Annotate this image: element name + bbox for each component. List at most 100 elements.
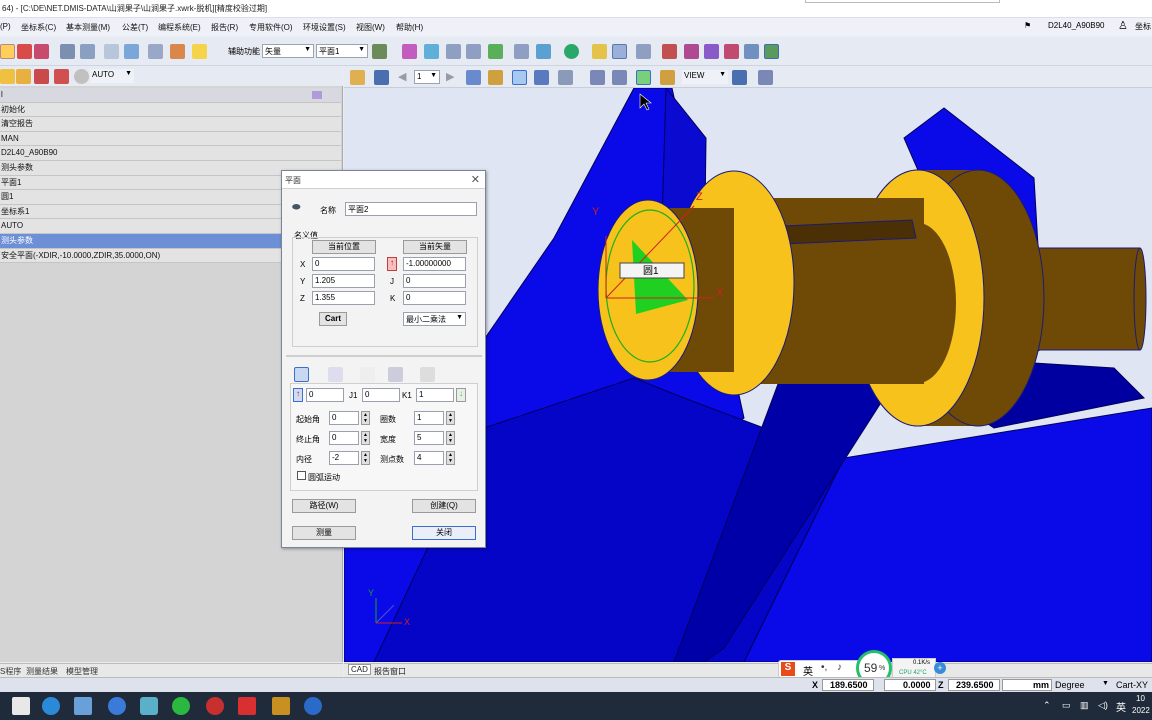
home-icon[interactable] (170, 44, 185, 59)
tab-arrow-icon[interactable] (420, 367, 435, 382)
vector-flip-icon[interactable]: ↑ (387, 257, 397, 271)
view-save-icon[interactable] (732, 70, 747, 85)
width-input[interactable]: 5 (414, 431, 444, 445)
color-icon[interactable] (660, 70, 675, 85)
points-input[interactable]: 4 (414, 451, 444, 465)
table-icon[interactable] (612, 70, 627, 85)
tray-network-icon[interactable]: ▭ (1062, 700, 1071, 711)
list-icon[interactable] (104, 44, 119, 59)
dim-icon[interactable] (590, 70, 605, 85)
current-position-button[interactable]: 当前位置 (312, 240, 376, 254)
record-icon[interactable] (74, 69, 89, 84)
edit-icon[interactable] (636, 44, 651, 59)
end-angle-spinner[interactable]: ▲ ▼ (361, 431, 370, 445)
grid-icon[interactable] (558, 70, 573, 85)
menu-item-environment[interactable]: 环境设置(S) (303, 22, 346, 33)
camera-icon[interactable] (724, 44, 739, 59)
current-vector-button[interactable]: 当前矢量 (403, 240, 467, 254)
probe-rack-icon[interactable] (34, 44, 49, 59)
clock-date[interactable]: 2022 (1132, 706, 1150, 715)
vs-icon[interactable] (140, 697, 158, 715)
name-input[interactable]: 平面2 (345, 202, 477, 216)
report-view-icon[interactable] (512, 70, 527, 85)
fix-icon[interactable] (662, 44, 677, 59)
turns-input[interactable]: 1 (414, 411, 444, 425)
cylinder-icon[interactable] (488, 44, 503, 59)
path-button[interactable]: 路径(W) (292, 499, 356, 513)
y-input[interactable]: 1.205 (312, 274, 375, 288)
tree-row[interactable]: 初始化 (0, 102, 341, 118)
path-icon[interactable] (744, 44, 759, 59)
prev-page-icon[interactable]: ◀ (398, 70, 406, 83)
tab-auto-icon[interactable] (294, 367, 309, 382)
menu-item-tolerance[interactable]: 公差(T) (122, 22, 148, 33)
tray-speaker-icon[interactable]: ◁) (1098, 700, 1108, 711)
warning-icon[interactable] (192, 44, 207, 59)
view-zoom-icon[interactable] (758, 70, 773, 85)
tab-results[interactable]: 测量结果 (26, 666, 58, 677)
probe-calib-icon[interactable] (17, 44, 32, 59)
wps-icon[interactable] (238, 697, 256, 715)
view-select[interactable]: VIEW ▼ (682, 70, 728, 84)
curve-icon[interactable] (684, 44, 699, 59)
circle-icon[interactable] (466, 44, 481, 59)
aux-function-select[interactable]: 矢量 ▼ (262, 44, 314, 58)
z-input[interactable]: 1.355 (312, 291, 375, 305)
k1-input[interactable]: 1 (416, 388, 454, 402)
k-input[interactable]: 0 (403, 291, 466, 305)
robot-icon[interactable] (764, 44, 779, 59)
tree-row[interactable]: 清空报告 (0, 117, 341, 132)
surface-icon[interactable] (704, 44, 719, 59)
print-icon[interactable] (488, 70, 503, 85)
scan-icon[interactable] (402, 44, 417, 59)
start-angle-input[interactable]: 0 (329, 411, 359, 425)
points-spinner[interactable]: ▲ ▼ (446, 451, 455, 465)
fit-method-select[interactable]: 最小二乘法 ▼ (403, 312, 466, 326)
edge-icon[interactable] (42, 697, 60, 715)
inner-diameter-input[interactable]: -2 (329, 451, 359, 465)
close-button[interactable]: 关闭 (412, 526, 476, 540)
zoom-icon[interactable] (592, 44, 607, 59)
end-angle-input[interactable]: 0 (329, 431, 359, 445)
tab-report-window[interactable]: 报告窗口 (374, 666, 406, 677)
windows-start-icon[interactable] (12, 697, 30, 715)
line-icon[interactable] (446, 44, 461, 59)
turns-spinner[interactable]: ▲ ▼ (446, 411, 455, 425)
plane-tool-icon[interactable] (372, 44, 387, 59)
menu-item-p[interactable]: (P) (0, 22, 11, 31)
media-icon[interactable] (206, 697, 224, 715)
punctuation-icon[interactable]: •, (821, 662, 827, 673)
mic-icon[interactable]: ♪ (837, 662, 842, 673)
measure-button[interactable]: 测量 (292, 526, 356, 540)
i1-input[interactable]: 0 (306, 388, 344, 402)
gear-icon[interactable] (350, 70, 365, 85)
tray-volume-icon[interactable]: ▥ (1080, 700, 1089, 711)
width-spinner[interactable]: ▲ ▼ (446, 431, 455, 445)
k1-flip-icon[interactable]: ↓ (456, 388, 466, 402)
auto-mode-select[interactable]: AUTO ▼ (90, 69, 134, 83)
x-input[interactable]: 0 (312, 257, 375, 271)
menu-item-basic-measure[interactable]: 基本测量(M) (66, 22, 110, 33)
coord-mode-select[interactable]: Cart-XY (1116, 680, 1148, 690)
lock-icon[interactable] (16, 69, 31, 84)
tab-cad[interactable]: CAD (348, 664, 371, 675)
move-icon[interactable] (60, 44, 75, 59)
stop-icon[interactable] (34, 69, 49, 84)
menu-item-view[interactable]: 视图(W) (356, 22, 385, 33)
box-icon[interactable] (536, 44, 551, 59)
next-page-icon[interactable]: ▶ (446, 70, 454, 83)
export-icon[interactable] (466, 70, 481, 85)
angle-unit-arrow-icon[interactable]: ▼ (1102, 680, 1109, 687)
menu-item-special-software[interactable]: 专用软件(O) (249, 22, 293, 33)
angle-unit-select[interactable]: Degree (1055, 680, 1085, 690)
arrow-down-icon[interactable] (80, 44, 95, 59)
tab-plane-icon[interactable] (328, 367, 343, 382)
plane-select[interactable]: 平面1 ▼ (316, 44, 368, 58)
i-input[interactable]: -1.00000000 (403, 257, 466, 271)
menu-item-help[interactable]: 帮助(H) (396, 22, 423, 33)
wechat-icon[interactable] (172, 697, 190, 715)
inner-diameter-spinner[interactable]: ▲ ▼ (361, 451, 370, 465)
cart-button[interactable]: Cart (319, 312, 347, 326)
tab-model[interactable]: 模型管理 (66, 666, 98, 677)
i1-vector-icon[interactable]: ↑ (293, 388, 303, 402)
